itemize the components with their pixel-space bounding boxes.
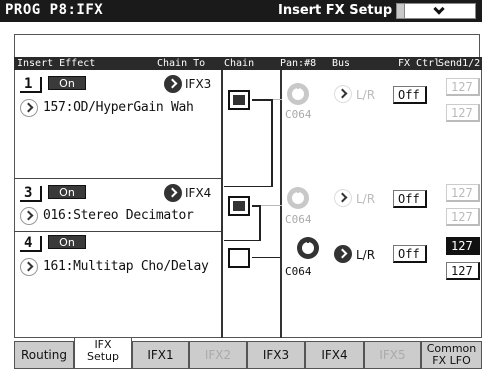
header-send: Send1/2 [438, 58, 481, 69]
tab-common-fx-lfo[interactable]: Common FX LFO [421, 341, 482, 369]
tab-label: Setup [86, 350, 120, 363]
ifx4-bus-arrow-icon[interactable] [334, 245, 352, 263]
ifx1-send1[interactable]: 127 [446, 78, 480, 96]
ifx1-effect-select-icon[interactable] [20, 99, 38, 117]
ifx3-effect-name[interactable]: 016:Stereo Decimator [43, 208, 194, 223]
column-divider-right [280, 70, 282, 338]
tab-ifx-setup[interactable]: IFX Setup [74, 338, 132, 369]
knob-pointer [307, 237, 309, 243]
chain-on-indicator [233, 201, 245, 211]
chain-wire [224, 186, 272, 187]
title-bar: PROG P8:IFX Insert FX Setup [0, 0, 482, 22]
ifx4-bus[interactable]: L/R [356, 248, 375, 262]
ifx1-on-button[interactable]: On [48, 76, 86, 90]
ifx3-pan-value: C064 [285, 213, 312, 226]
header-insert-effect: Insert Effect [17, 58, 96, 69]
ifx3-chain-to[interactable]: IFX4 [185, 186, 211, 200]
ifx4-effect-select-icon[interactable] [20, 258, 38, 276]
mode-title: PROG P8:IFX [5, 2, 104, 18]
header-bus: Bus [332, 58, 351, 69]
row-divider [14, 231, 221, 232]
ifx3-bus-arrow-icon[interactable] [334, 189, 352, 207]
chain-wire [271, 99, 273, 187]
ifx1-pan-value: C064 [285, 108, 312, 121]
ifx4-fx-ctrl[interactable]: Off [393, 245, 427, 263]
ifx1-chain-toggle[interactable] [228, 90, 250, 110]
knob-pointer [297, 83, 299, 89]
header-chain-to: Chain To [157, 58, 206, 69]
ifx1-bus-arrow-icon[interactable] [334, 85, 352, 103]
header-fx-ctrl: FX Ctrl [398, 58, 441, 69]
column-divider-left [221, 70, 223, 338]
tab-label: FX LFO [432, 354, 471, 367]
ifx3-pan-knob-icon[interactable] [287, 187, 309, 209]
page-title: Insert FX Setup [278, 3, 393, 18]
ifx3-chain-to-arrow-icon[interactable] [164, 184, 182, 202]
ifx3-send1[interactable]: 127 [446, 184, 480, 202]
ifx4-effect-name[interactable]: 161:Multitap Cho/Delay [43, 259, 209, 274]
ifx3-effect-select-icon[interactable] [20, 207, 38, 225]
tab-ifx1[interactable]: IFX1 [132, 341, 189, 369]
ifx4-chain-toggle[interactable] [228, 248, 250, 268]
ifx4-on-button[interactable]: On [48, 235, 86, 249]
tab-ifx4[interactable]: IFX4 [305, 341, 364, 369]
ifx1-send2[interactable]: 127 [446, 104, 480, 122]
chain-wire [259, 205, 261, 241]
ifx3-on-button[interactable]: On [48, 185, 86, 199]
tab-ifx2: IFX2 [189, 341, 247, 369]
menu-notch [397, 4, 405, 18]
knob-pointer [297, 187, 299, 193]
ifx4-pan-knob-icon[interactable] [297, 237, 319, 259]
slot-number: 1 [20, 77, 42, 93]
header-pan: Pan:#8 [280, 58, 317, 69]
header-chain: Chain [224, 58, 255, 69]
slot-number: 3 [20, 186, 42, 202]
info-bar [14, 34, 480, 58]
tab-ifx3[interactable]: IFX3 [247, 341, 305, 369]
ifx3-fx-ctrl[interactable]: Off [393, 190, 427, 208]
chain-wire [252, 99, 272, 101]
ifx4-send1[interactable]: 127 [446, 237, 480, 255]
ifx3-bus[interactable]: L/R [356, 192, 375, 206]
tab-routing[interactable]: Routing [14, 341, 74, 369]
ifx1-effect-name[interactable]: 157:OD/HyperGain Wah [43, 100, 194, 115]
ifx4-signal-wire [252, 257, 280, 258]
ifx3-send2[interactable]: 127 [446, 208, 480, 226]
ifx3-chain-toggle[interactable] [228, 196, 250, 216]
ifx4-send2[interactable]: 127 [446, 262, 480, 280]
ifx1-chain-to[interactable]: IFX3 [185, 77, 211, 91]
row-divider [14, 178, 221, 179]
ifx1-bus[interactable]: L/R [356, 88, 375, 102]
slot-number: 4 [20, 236, 42, 252]
chain-on-indicator [233, 95, 245, 105]
ifx1-fx-ctrl[interactable]: Off [393, 86, 427, 104]
ifx1-pan-knob-icon[interactable] [287, 83, 309, 105]
ifx4-pan-value: C064 [285, 265, 312, 278]
tab-bar: Routing IFX Setup IFX1 IFX2 IFX3 IFX4 IF… [0, 338, 482, 369]
chain-wire [224, 240, 260, 241]
chevron-down-icon [433, 3, 445, 15]
ifx1-chain-to-arrow-icon[interactable] [164, 75, 182, 93]
column-headers: Insert Effect Chain To Chain Pan:#8 Bus … [14, 57, 482, 70]
page-menu-button[interactable] [396, 3, 476, 19]
tab-ifx5: IFX5 [364, 341, 421, 369]
